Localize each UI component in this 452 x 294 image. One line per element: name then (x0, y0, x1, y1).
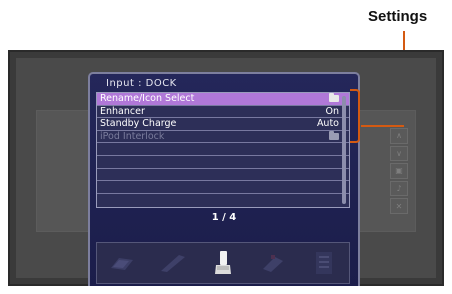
folder-icon (329, 131, 339, 141)
settings-bracket (350, 89, 360, 143)
settings-row[interactable]: Enhancer On (97, 106, 349, 119)
side-strip: ∧ ∨ ▣ ♪ ✕ (390, 128, 408, 214)
osd-window: Input : DOCK Rename/Icon Select Enhancer O… (88, 72, 360, 286)
settings-row[interactable]: Standby Charge Auto (97, 118, 349, 131)
list-icon (313, 251, 335, 275)
row-label: iPod Interlock (100, 130, 165, 142)
empty-row (97, 156, 349, 169)
tab-list[interactable] (307, 249, 341, 277)
cable-icon (261, 253, 285, 273)
strip-icon: ∧ (390, 128, 408, 144)
pencil-icon (159, 253, 187, 273)
tab-speaker[interactable] (105, 249, 139, 277)
empty-row (97, 169, 349, 182)
dock-icon (214, 250, 232, 276)
folder-icon (329, 93, 339, 103)
osd-title: Input : DOCK (106, 78, 177, 89)
scrollbar[interactable] (342, 96, 346, 204)
empty-row (97, 181, 349, 194)
strip-icon: ▣ (390, 163, 408, 179)
tab-dock[interactable] (206, 249, 240, 277)
row-label: Standby Charge (100, 118, 177, 130)
strip-icon: ♪ (390, 180, 408, 197)
strip-icon: ∨ (390, 145, 408, 162)
settings-row[interactable]: Rename/Icon Select (97, 93, 349, 106)
speaker-icon (109, 254, 135, 272)
tab-bar (96, 242, 350, 284)
empty-row (97, 143, 349, 156)
tab-cable[interactable] (256, 249, 290, 277)
row-value: Auto (316, 118, 339, 130)
settings-list: Rename/Icon Select Enhancer On Standby Char… (96, 92, 350, 208)
page-indicator: 1 / 4 (211, 212, 237, 223)
empty-row (97, 194, 349, 207)
strip-icon: ✕ (390, 198, 408, 214)
tab-pencil[interactable] (156, 249, 190, 277)
row-value: On (325, 105, 340, 117)
row-label: Rename/Icon Select (100, 93, 195, 105)
row-label: Enhancer (100, 105, 145, 117)
callout-connector (361, 125, 404, 127)
settings-callout-label: Settings (368, 8, 428, 25)
settings-row[interactable]: iPod Interlock (97, 131, 349, 144)
